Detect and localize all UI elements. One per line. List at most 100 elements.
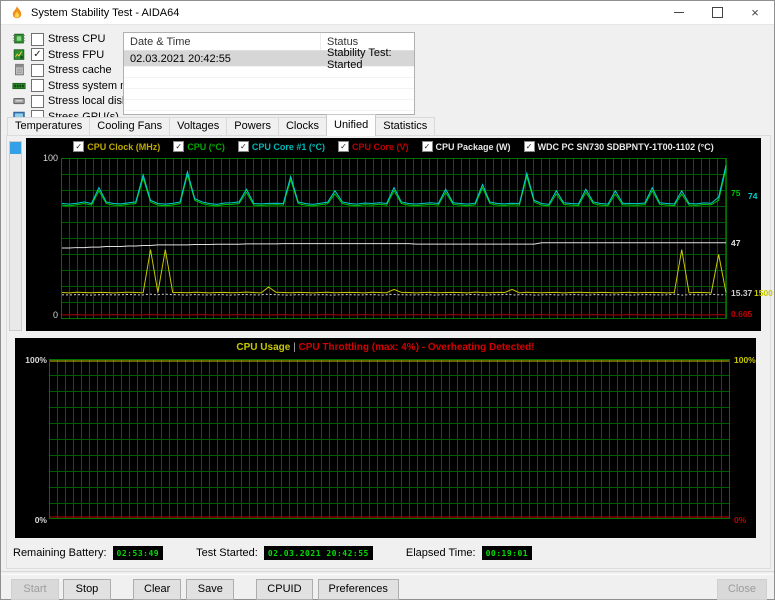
log-datetime-cell: 02.03.2021 20:42:55 — [130, 52, 231, 65]
close-button: Close — [716, 578, 767, 600]
value-label-100%: 100% — [734, 355, 756, 365]
stress-local-disks-label: Stress local disks — [48, 95, 133, 107]
series-wdc-pc-sn730-sdbpnty-1t00-1102-c- — [62, 243, 726, 248]
graph-scale-slider-thumb[interactable] — [10, 142, 21, 154]
action-button-row: Start Stop Clear Save CPUID Preferences Close — [1, 578, 775, 600]
unified-ymin-label: 0 — [52, 310, 58, 320]
tab-statistics[interactable]: Statistics — [375, 117, 436, 136]
legend-checkbox-0[interactable]: ✓ — [73, 141, 85, 152]
test-started-value: 02.03.2021 20:42:55 — [263, 546, 373, 560]
value-label-0%: 0% — [734, 515, 747, 525]
fpu-icon — [11, 48, 27, 62]
stress-option-stress-local-disks: Stress local disks — [11, 94, 133, 108]
unified-ymax-label: 100 — [42, 153, 58, 163]
window-controls: × — [660, 1, 774, 24]
cpu-usage-title: CPU Usage — [236, 342, 291, 353]
title-bar: System Stability Test - AIDA64 × — [1, 1, 774, 25]
stress-cache-label: Stress cache — [48, 64, 112, 76]
save-button[interactable]: Save — [186, 578, 235, 600]
log-table-body: 02.03.2021 20:42:55 Stability Test: Start… — [124, 47, 414, 114]
close-icon: × — [751, 5, 759, 20]
graph-legend: ✓ CPU Clock (MHz) ✓ CPU (°C) ✓ CPU Core #1 (°… — [26, 141, 761, 152]
window-title: System Stability Test - AIDA64 — [31, 6, 180, 19]
tab-unified[interactable]: Unified — [326, 114, 377, 136]
value-label-1500: 1500 — [754, 287, 773, 298]
elapsed-time-value: 00:19:01 — [481, 546, 533, 560]
cpu-usage-graph-frame: CPU Usage | CPU Throttling (max: 4%) - O… — [15, 338, 756, 538]
stress-cache-checkbox[interactable] — [31, 63, 44, 77]
log-empty-row — [124, 89, 414, 100]
series-cpu-package-w- — [62, 294, 726, 295]
legend-checkbox-1[interactable]: ✓ — [173, 141, 185, 152]
tab-voltages[interactable]: Voltages — [169, 117, 228, 136]
legend-checkbox-4[interactable]: ✓ — [421, 141, 433, 152]
event-log-table: Date & Time Status 02.03.2021 20:42:55 Sta… — [123, 32, 415, 115]
stress-cpu-checkbox[interactable] — [31, 32, 44, 46]
graph-scale-slider[interactable] — [9, 141, 22, 331]
legend-checkbox-2[interactable]: ✓ — [237, 141, 249, 152]
value-label-47: 47 — [731, 237, 741, 248]
tab-powers[interactable]: Powers — [226, 117, 279, 136]
start-button: Start — [11, 578, 59, 600]
value-label-75: 75 — [731, 187, 741, 198]
legend-item-2: ✓ CPU Core #1 (°C) — [237, 141, 326, 152]
stop-button[interactable]: Stop — [63, 578, 111, 600]
remaining-battery-label: Remaining Battery: — [13, 547, 107, 559]
cpuid-button[interactable]: CPUID — [256, 578, 313, 600]
status-bar: Remaining Battery: 02:53:49 Test Started… — [13, 546, 533, 560]
stress-fpu-checkbox[interactable]: ✓ — [31, 48, 44, 61]
unified-graph-plot — [61, 158, 727, 319]
legend-item-3: ✓ CPU Core (V) — [338, 141, 409, 152]
series-cpu-clock-mhz- — [62, 250, 726, 293]
button-row-separator — [1, 571, 774, 575]
legend-item-1: ✓ CPU (°C) — [173, 141, 225, 152]
value-label-0.665: 0.665 — [731, 308, 753, 319]
preferences-button[interactable]: Preferences — [317, 578, 399, 600]
aida64-stability-test-window: { "window": { "title": "System Stability… — [0, 0, 775, 600]
log-status-cell: Stability Test: Started — [327, 46, 392, 71]
minimize-button[interactable] — [660, 1, 698, 24]
test-started-label: Test Started: — [196, 547, 258, 559]
legend-label-0: CPU Clock (MHz) — [87, 141, 161, 152]
legend-label-1: CPU (°C) — [187, 141, 225, 152]
clear-button[interactable]: Clear — [133, 578, 182, 600]
tab-clocks[interactable]: Clocks — [277, 117, 327, 136]
stress-option-stress-system-memory: Stress system memory — [11, 79, 160, 93]
unified-graph-lines — [62, 159, 726, 318]
elapsed-time-label: Elapsed Time: — [405, 547, 476, 559]
tab-cooling-fans[interactable]: Cooling Fans — [89, 117, 171, 136]
cache-icon — [11, 63, 27, 77]
cpu-icon — [11, 32, 27, 46]
app-flame-icon — [9, 5, 25, 21]
cpu-usage-graph-lines — [50, 360, 729, 518]
stress-option-stress-cache: Stress cache — [11, 63, 123, 77]
table-row[interactable]: 02.03.2021 20:42:55 Stability Test: Start… — [124, 47, 414, 71]
series-cpu-core-#1-c- — [62, 165, 726, 204]
log-column-header-0[interactable]: Date & Time — [124, 33, 321, 50]
legend-label-5: WDC PC SN730 SDBPNTY-1T00-1102 (°C) — [537, 141, 714, 152]
unified-graph-frame: ✓ CPU Clock (MHz) ✓ CPU (°C) ✓ CPU Core #1 (°… — [26, 138, 773, 331]
stress-option-stress-fpu: ✓ Stress FPU — [11, 48, 123, 62]
sensor-tab-strip: Temperatures Cooling Fans Voltages Powers Cl… — [7, 114, 436, 136]
stress-local-disks-checkbox[interactable] — [31, 94, 44, 108]
legend-label-2: CPU Core #1 (°C) — [251, 141, 326, 152]
stress-cpu-label: Stress CPU — [48, 33, 106, 45]
legend-label-3: CPU Core (V) — [352, 141, 409, 152]
legend-checkbox-5[interactable]: ✓ — [523, 141, 535, 152]
axis-label-0pct: 0% — [34, 515, 47, 525]
tab-temperatures[interactable]: Temperatures — [7, 117, 91, 136]
disk-icon — [11, 94, 27, 108]
legend-item-5: ✓ WDC PC SN730 SDBPNTY-1T00-1102 (°C) — [523, 141, 714, 152]
stress-option-stress-cpu: Stress CPU — [11, 32, 123, 46]
value-label-74: 74 — [748, 191, 758, 202]
value-label-15.37: 15.37 — [731, 287, 753, 298]
log-empty-row — [124, 100, 414, 111]
legend-checkbox-3[interactable]: ✓ — [338, 141, 350, 152]
legend-item-0: ✓ CPU Clock (MHz) — [73, 141, 160, 152]
close-window-button[interactable]: × — [736, 1, 774, 24]
maximize-button[interactable] — [698, 1, 736, 24]
minimize-icon — [674, 12, 684, 13]
stress-system-memory-checkbox[interactable] — [31, 79, 44, 92]
cpu-throttling-warning: CPU Throttling (max: 4%) - Overheating D… — [298, 342, 535, 353]
legend-label-4: CPU Package (W) — [435, 141, 511, 152]
